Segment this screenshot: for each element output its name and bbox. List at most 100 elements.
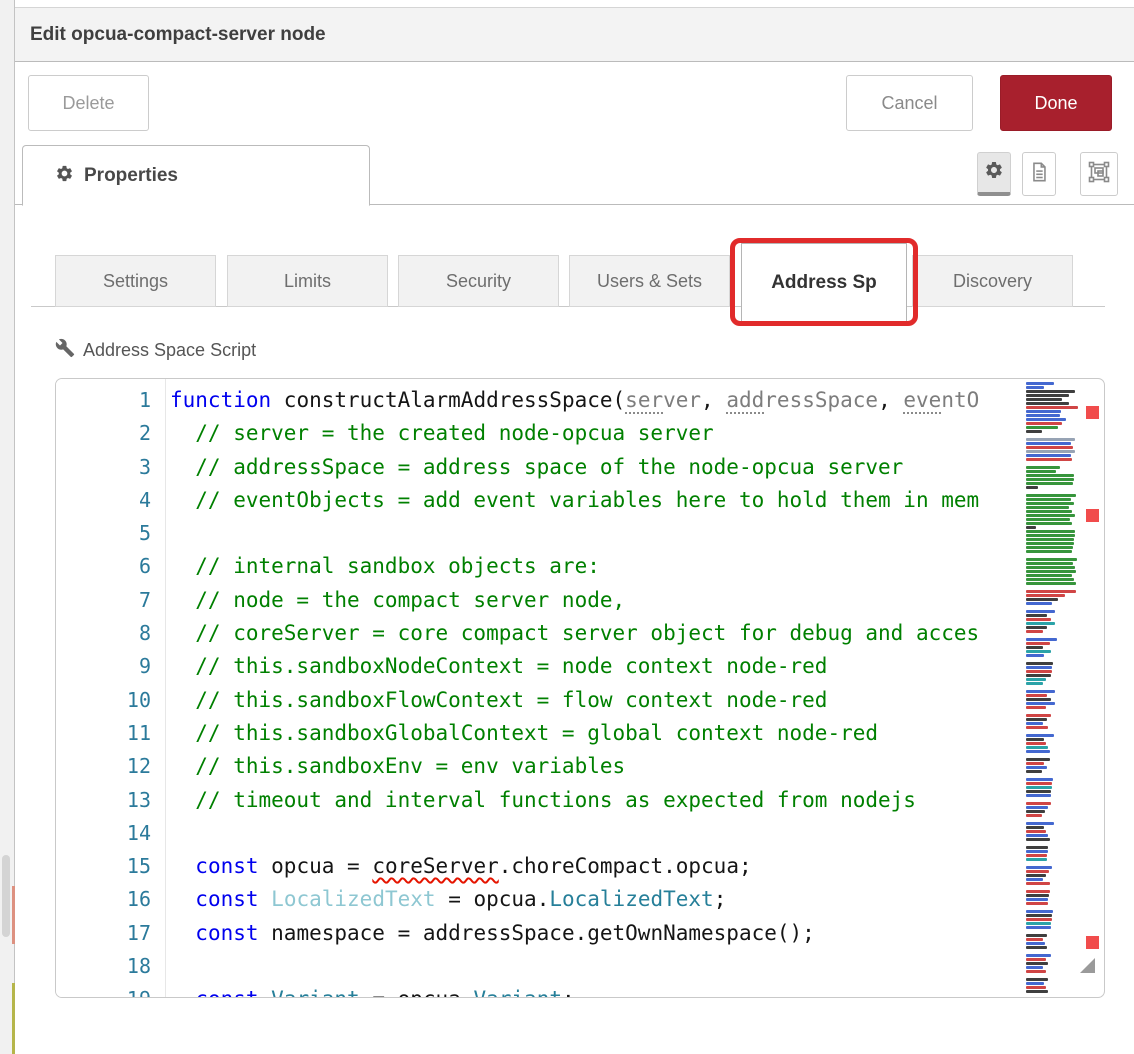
code-line-1[interactable]: function constructAlarmAddressSpace(serv… [167, 384, 1104, 417]
code-line-9[interactable]: // this.sandboxNodeContext = node contex… [167, 650, 1104, 683]
minimap-line [1026, 766, 1047, 769]
code-line-10[interactable]: // this.sandboxFlowContext = flow contex… [167, 684, 1104, 717]
code-line-13[interactable]: // timeout and interval functions as exp… [167, 784, 1104, 817]
appearance-pane-button[interactable] [1080, 152, 1118, 196]
tab-settings[interactable]: Settings [55, 255, 216, 307]
line-number: 3 [56, 451, 151, 484]
minimap-line [1026, 946, 1047, 949]
minimap-line [1026, 874, 1046, 877]
tab-discovery[interactable]: Discovery [912, 255, 1073, 307]
minimap-line [1026, 390, 1075, 393]
line-number: 6 [56, 550, 151, 583]
code-line-16[interactable]: const LocalizedText = opcua.LocalizedTex… [167, 883, 1104, 916]
minimap-line [1026, 486, 1038, 489]
code-line-2[interactable]: // server = the created node-opcua serve… [167, 417, 1104, 450]
minimap-line [1026, 822, 1054, 825]
minimap-line [1026, 898, 1048, 901]
code-line-17[interactable]: const namespace = addressSpace.getOwnNam… [167, 917, 1104, 950]
minimap-line [1026, 610, 1055, 613]
minimap-line [1026, 602, 1052, 605]
minimap-line [1026, 442, 1071, 445]
code-token: constructAlarmAddressSpace( [271, 388, 625, 412]
minimap-line [1026, 574, 1072, 577]
code-token: // timeout and interval functions as exp… [170, 788, 916, 812]
description-pane-button[interactable] [1022, 152, 1056, 196]
minimap-line [1026, 550, 1072, 553]
tab-label: Address Sp [771, 272, 877, 294]
minimap-line [1026, 802, 1051, 805]
gear-icon [984, 160, 1004, 185]
editor-code-area[interactable]: function constructAlarmAddressSpace(serv… [167, 379, 1104, 997]
workspace-left-edge [0, 0, 15, 1054]
tab-properties[interactable]: Properties [22, 145, 370, 206]
line-number: 10 [56, 684, 151, 717]
tab-label: Discovery [953, 271, 1032, 292]
code-line-4[interactable]: // eventObjects = add event variables he… [167, 484, 1104, 517]
minimap-line [1026, 934, 1047, 937]
gear-icon [55, 164, 74, 188]
minimap-line [1026, 538, 1074, 541]
minimap-line [1026, 746, 1048, 749]
code-token: Variant [473, 987, 562, 997]
minimap-line [1026, 626, 1047, 629]
minimap-line [1026, 734, 1054, 737]
code-token: .choreCompact.opcua; [499, 854, 752, 878]
code-token: const [195, 921, 258, 945]
address-space-script-label: Address Space Script [55, 338, 256, 363]
minimap-line [1026, 618, 1051, 621]
code-line-7[interactable]: // node = the compact server node, [167, 584, 1104, 617]
code-token: function [170, 388, 271, 412]
code-token [170, 887, 195, 911]
code-line-15[interactable]: const opcua = coreServer.choreCompact.op… [167, 850, 1104, 883]
minimap-line [1026, 810, 1045, 813]
code-line-19[interactable]: const Variant = opcua.Variant; [167, 983, 1104, 997]
delete-button[interactable]: Delete [28, 75, 149, 131]
minimap-line [1026, 938, 1043, 941]
minimap-line [1026, 678, 1046, 681]
code-token: = opcua. [436, 887, 550, 911]
tab-address-sp[interactable]: Address Sp [741, 243, 907, 322]
code-editor[interactable]: 12345678910111213141516171819 function c… [55, 378, 1105, 998]
minimap-line [1026, 954, 1051, 957]
code-line-11[interactable]: // this.sandboxGlobalContext = global co… [167, 717, 1104, 750]
minimap-line [1026, 982, 1044, 985]
minimap-line [1026, 966, 1043, 969]
editor-resize-grip[interactable] [1080, 958, 1095, 973]
tab-properties-label: Properties [84, 165, 178, 187]
description-icon [1028, 161, 1050, 188]
minimap-line [1026, 546, 1073, 549]
minimap-line [1026, 522, 1072, 525]
tab-limits[interactable]: Limits [227, 255, 388, 307]
editor-minimap[interactable] [1023, 379, 1079, 997]
minimap-line [1026, 790, 1051, 793]
workspace-scrollbar-thumb[interactable] [2, 855, 10, 937]
code-line-8[interactable]: // coreServer = core compact server obje… [167, 617, 1104, 650]
minimap-line [1026, 622, 1055, 625]
tab-label: Limits [284, 271, 331, 292]
done-button[interactable]: Done [1000, 75, 1112, 131]
minimap-line [1026, 662, 1053, 665]
properties-pane-button[interactable] [977, 152, 1011, 196]
code-token: eventO [903, 388, 979, 414]
code-line-6[interactable]: // internal sandbox objects are: [167, 550, 1104, 583]
tab-security[interactable]: Security [398, 255, 559, 307]
appearance-icon [1087, 160, 1111, 189]
minimap-line [1026, 814, 1042, 817]
code-line-12[interactable]: // this.sandboxEnv = env variables [167, 750, 1104, 783]
minimap-line [1026, 694, 1047, 697]
line-number: 9 [56, 650, 151, 683]
minimap-line [1026, 942, 1045, 945]
dialog-title-bar: Edit opcua-compact-server node [15, 7, 1134, 62]
minimap-line [1026, 758, 1050, 761]
code-line-14[interactable] [167, 817, 1104, 850]
code-token [259, 887, 272, 911]
cancel-button[interactable]: Cancel [846, 75, 973, 131]
tab-users-sets[interactable]: Users & Sets [569, 255, 730, 307]
code-line-5[interactable] [167, 517, 1104, 550]
minimap-line [1026, 582, 1076, 585]
edit-node-dialog: Edit opcua-compact-server node Delete Ca… [0, 0, 1134, 1054]
code-line-18[interactable] [167, 950, 1104, 983]
minimap-line [1026, 990, 1048, 993]
code-token: opcua = [259, 854, 373, 878]
code-line-3[interactable]: // addressSpace = address space of the n… [167, 451, 1104, 484]
